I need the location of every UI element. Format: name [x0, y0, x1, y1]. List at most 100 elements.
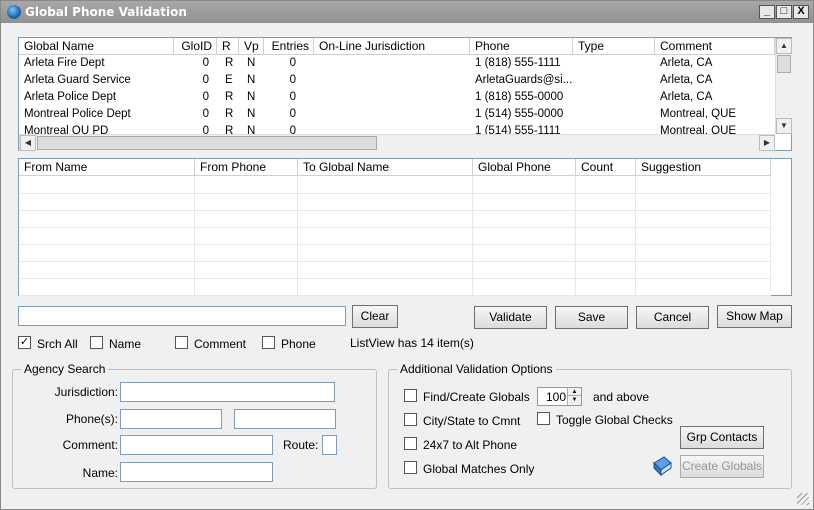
table-row[interactable]: Arleta Fire Dept 0 R N 0 1 (818) 555-1111 Arle…	[19, 55, 775, 72]
table-cell: R	[225, 91, 234, 103]
table-cell	[314, 106, 470, 123]
agency-search-title: Agency Search	[21, 362, 109, 376]
toggle-global-checkbox[interactable]	[537, 412, 550, 425]
table-cell	[573, 72, 655, 89]
table-cell: Arleta, CA	[660, 91, 713, 103]
vertical-scroll-thumb[interactable]	[777, 55, 791, 73]
phones-label: Phone(s):	[65, 412, 118, 426]
top-column-header[interactable]: Comment	[655, 38, 775, 55]
save-button[interactable]: Save	[555, 306, 628, 329]
main-window: Global Phone Validation _ □ X Global Nam…	[0, 0, 814, 510]
grid-line	[19, 227, 771, 228]
grid-line	[19, 244, 771, 245]
grp-contacts-button[interactable]: Grp Contacts	[680, 426, 764, 449]
scroll-up-button[interactable]: ▲	[776, 38, 792, 54]
vertical-scrollbar[interactable]: ▲ ▼	[775, 38, 792, 134]
table-cell: N	[247, 57, 256, 69]
alt-phone-checkbox[interactable]	[404, 437, 417, 450]
comment-filter-label: Comment	[194, 337, 247, 351]
scroll-right-button[interactable]: ▶	[759, 135, 775, 151]
comment-checkbox[interactable]	[175, 336, 188, 349]
minimize-button[interactable]: _	[759, 5, 775, 19]
top-column-header[interactable]: Type	[573, 38, 655, 55]
table-row[interactable]: Montreal Police Dept 0 R N 0 1 (514) 555-0000…	[19, 106, 775, 123]
scroll-down-button[interactable]: ▼	[776, 118, 792, 134]
horizontal-scroll-thumb[interactable]	[37, 136, 377, 150]
table-cell: 0	[289, 57, 296, 69]
validation-list[interactable]: From Name From Phone To Global Name Global …	[18, 158, 792, 296]
find-create-label: Find/Create Globals	[423, 390, 530, 404]
table-cell: Montreal Police Dept	[24, 108, 131, 120]
maximize-button[interactable]: □	[776, 5, 792, 19]
name-field[interactable]	[120, 462, 273, 482]
grid-line	[19, 210, 771, 211]
spin-up-icon[interactable]: ▲	[567, 388, 581, 396]
table-cell	[314, 72, 470, 89]
table-cell: Arleta, CA	[660, 57, 713, 69]
book-icon[interactable]	[651, 455, 673, 477]
scroll-left-button[interactable]: ◀	[20, 135, 36, 151]
matches-only-label: Global Matches Only	[423, 462, 535, 476]
table-cell: 0	[202, 74, 209, 86]
bottom-column-header[interactable]: Global Phone	[473, 159, 576, 176]
grid-line	[770, 176, 771, 295]
table-cell: Arleta Guard Service	[24, 74, 131, 86]
phone-checkbox[interactable]	[262, 336, 275, 349]
phone1-field[interactable]	[120, 409, 222, 429]
show-map-button[interactable]: Show Map	[717, 305, 792, 328]
top-column-header[interactable]: Vp	[239, 38, 264, 55]
bottom-column-header[interactable]: From Name	[19, 159, 195, 176]
create-globals-button[interactable]: Create Globals	[680, 455, 764, 478]
grid-line	[19, 295, 771, 296]
bottom-column-header[interactable]: From Phone	[195, 159, 298, 176]
table-cell	[314, 89, 470, 106]
close-button[interactable]: X	[793, 5, 809, 19]
table-cell: 1 (818) 555-0000	[475, 91, 564, 103]
find-create-checkbox[interactable]	[404, 389, 417, 402]
bottom-column-header[interactable]: Suggestion	[636, 159, 771, 176]
validate-button[interactable]: Validate	[474, 306, 547, 329]
table-cell: N	[247, 91, 256, 103]
table-row[interactable]: Arleta Police Dept 0 R N 0 1 (818) 555-0000 Ar…	[19, 89, 775, 106]
table-cell	[573, 55, 655, 72]
matches-only-checkbox[interactable]	[404, 461, 417, 474]
search-input[interactable]	[18, 306, 346, 326]
resize-grip[interactable]	[797, 493, 809, 505]
title-bar[interactable]: Global Phone Validation _ □ X	[1, 1, 813, 23]
jurisdiction-label: Jurisdiction:	[54, 385, 118, 399]
bottom-column-header[interactable]: To Global Name	[298, 159, 473, 176]
comment-label: Comment:	[62, 438, 118, 452]
top-column-header[interactable]: Phone	[470, 38, 573, 55]
grid-line	[297, 176, 298, 295]
grid-line	[19, 278, 771, 279]
top-column-header[interactable]: Global Name	[19, 38, 174, 55]
global-list[interactable]: Global Name GloID R Vp Entries On-Line Jurisd…	[18, 37, 792, 151]
route-field[interactable]	[322, 435, 337, 455]
table-cell: 0	[289, 108, 296, 120]
grid-line	[472, 176, 473, 295]
cancel-button[interactable]: Cancel	[636, 306, 709, 329]
city-state-checkbox[interactable]	[404, 413, 417, 426]
window-title: Global Phone Validation	[25, 5, 187, 19]
table-cell: 1 (818) 555-1111	[475, 57, 561, 69]
top-column-header[interactable]: Entries	[264, 38, 314, 55]
grid-line	[575, 176, 576, 295]
comment-field[interactable]	[120, 435, 273, 455]
globe-icon	[7, 5, 21, 19]
name-checkbox[interactable]	[90, 336, 103, 349]
jurisdiction-field[interactable]	[120, 382, 335, 402]
count-spinner[interactable]: 100 ▲ ▼	[537, 387, 582, 406]
top-column-header[interactable]: R	[217, 38, 239, 55]
clear-button[interactable]: Clear	[352, 305, 398, 328]
horizontal-scrollbar[interactable]: ◀ ▶	[19, 134, 775, 151]
table-cell	[573, 106, 655, 123]
phone-filter-label: Phone	[281, 337, 316, 351]
phone2-field[interactable]	[234, 409, 336, 429]
table-row[interactable]: Arleta Guard Service 0 E N 0 ArletaGuards@si.…	[19, 72, 775, 89]
spin-down-icon[interactable]: ▼	[567, 396, 581, 405]
bottom-column-header[interactable]: Count	[576, 159, 636, 176]
srch-all-checkbox[interactable]: ✓	[18, 336, 31, 349]
top-column-header[interactable]: On-Line Jurisdiction	[314, 38, 470, 55]
grid-line	[635, 176, 636, 295]
top-column-header[interactable]: GloID	[174, 38, 217, 55]
